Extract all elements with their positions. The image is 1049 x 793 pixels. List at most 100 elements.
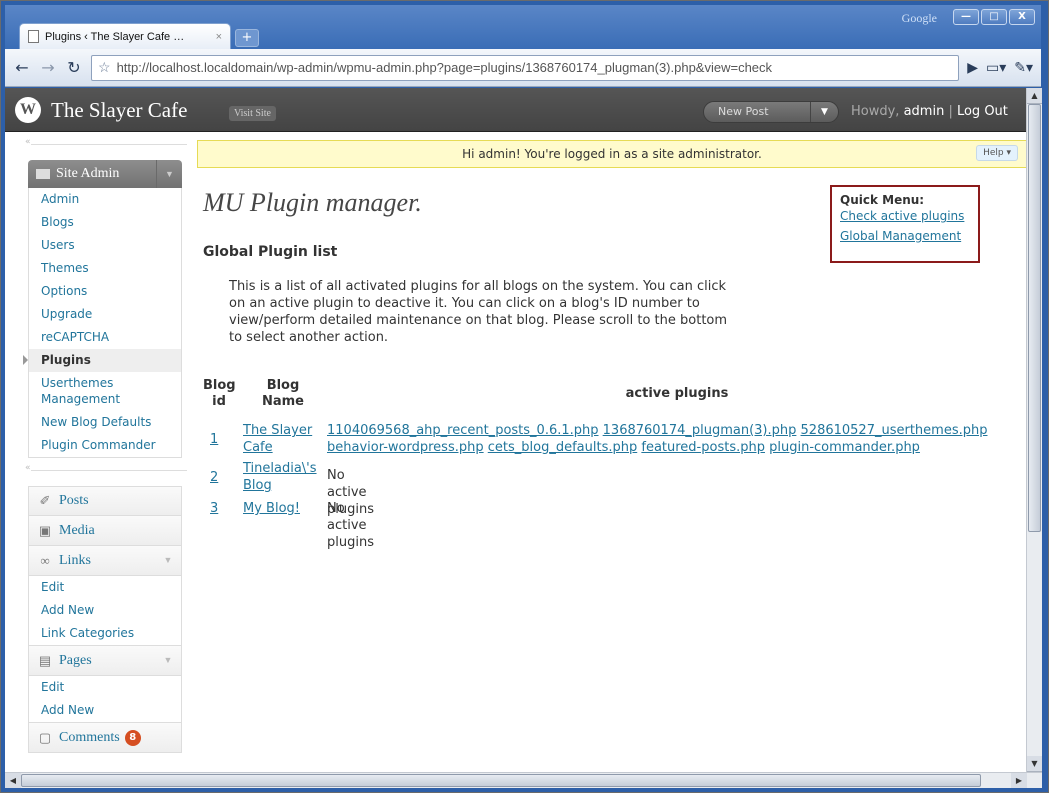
page-title: MU Plugin manager. <box>203 188 422 217</box>
blog-name-link[interactable]: My Blog! <box>243 501 300 516</box>
bookmark-star-icon[interactable]: ☆ <box>98 59 111 76</box>
blog-name-link[interactable]: Tineladia\'s Blog <box>243 461 317 493</box>
sidebar-item-plugins[interactable]: Plugins <box>23 349 181 372</box>
tab-close-icon[interactable]: × <box>216 31 222 43</box>
google-brand: Google <box>901 11 937 25</box>
chevron-down-icon[interactable]: ▼ <box>155 546 181 575</box>
blog-id-link[interactable]: 1 <box>210 432 218 447</box>
sidebar-item-blogs[interactable]: Blogs <box>29 211 181 234</box>
reload-icon[interactable]: ↻ <box>65 58 83 77</box>
plugin-link[interactable]: cets_blog_defaults.php <box>488 440 637 455</box>
plugin-link[interactable]: 1104069568_ahp_recent_posts_0.6.1.php <box>327 423 599 438</box>
help-button[interactable]: Help ▾ <box>976 145 1018 161</box>
visit-site-button[interactable]: Visit Site <box>229 106 276 121</box>
play-icon[interactable]: ▶ <box>967 60 978 76</box>
vertical-scroll-thumb[interactable] <box>1028 104 1041 532</box>
scroll-right-icon[interactable]: ▶ <box>1011 773 1027 788</box>
table-row: 2 <box>210 469 218 486</box>
sidebar-item-options[interactable]: Options <box>29 280 181 303</box>
menu-links-label: Links <box>59 552 91 568</box>
links-submenu: Edit Add New Link Categories <box>28 576 182 646</box>
blog-id-link[interactable]: 3 <box>210 501 218 516</box>
blog-name-link[interactable]: The Slayer Cafe <box>243 423 312 455</box>
logout-link[interactable]: Log Out <box>957 104 1008 119</box>
horizontal-scrollbar[interactable]: ◀ ▶ <box>5 772 1042 788</box>
window-controls: — □ X <box>953 9 1035 25</box>
new-post-button[interactable]: New Post ▼ <box>703 101 839 123</box>
browser-window: Plugins ‹ The Slayer Cafe … × + Google —… <box>0 0 1049 793</box>
menu-pages[interactable]: ▤ Pages ▼ <box>28 646 182 676</box>
scroll-down-icon[interactable]: ▼ <box>1027 756 1042 772</box>
check-active-plugins-link[interactable]: Check active plugins <box>840 209 970 223</box>
sidebar-item-userthemes[interactable]: Userthemes Management <box>29 372 181 411</box>
blog-name-cell: Tineladia\'s Blog <box>243 460 323 494</box>
address-bar[interactable]: ☆ http://localhost.localdomain/wp-admin/… <box>91 54 960 81</box>
sidebar-item-admin[interactable]: Admin <box>29 188 181 211</box>
blog-name-cell: The Slayer Cafe <box>243 422 323 456</box>
blog-name-cell: My Blog! <box>243 500 323 517</box>
plugin-link[interactable]: 1368760174_plugman(3).php <box>603 423 797 438</box>
header-separator: | <box>944 104 957 119</box>
sidebar-item-upgrade[interactable]: Upgrade <box>29 303 181 326</box>
page-menu-icon[interactable]: ▭▾ <box>986 60 1006 76</box>
global-management-link[interactable]: Global Management <box>840 229 970 243</box>
vertical-scrollbar[interactable]: ▲ ▼ <box>1026 88 1042 772</box>
site-name: The Slayer Cafe <box>51 98 188 122</box>
scroll-up-icon[interactable]: ▲ <box>1027 88 1042 104</box>
howdy-label: Howdy, <box>851 104 904 119</box>
pushpin-icon: ✐ <box>39 493 51 508</box>
description: This is a list of all activated plugins … <box>229 279 728 345</box>
sidebar-item-plugin-commander[interactable]: Plugin Commander <box>29 434 181 457</box>
minimize-icon[interactable]: — <box>953 9 979 25</box>
sidebar-item-pages-edit[interactable]: Edit <box>29 676 181 699</box>
plugin-link[interactable]: plugin-commander.php <box>769 440 920 455</box>
user-link[interactable]: admin <box>904 104 945 119</box>
plugins-cell: 1104069568_ahp_recent_posts_0.6.1.php 13… <box>327 422 1026 456</box>
header-active-plugins: active plugins <box>625 386 729 401</box>
table-row: 1 <box>210 431 218 448</box>
collapse-separator[interactable] <box>25 463 187 486</box>
wp-header: W The Slayer Cafe Visit Site New Post ▼ … <box>5 88 1026 132</box>
menu-posts[interactable]: ✐ Posts <box>28 486 182 516</box>
scroll-left-icon[interactable]: ◀ <box>5 773 21 788</box>
site-admin-menu-header[interactable]: Site Admin ▼ <box>28 160 182 188</box>
header-blog-id: Blog id <box>203 378 236 409</box>
menu-comments[interactable]: ▢ Comments 8 <box>28 723 182 753</box>
maximize-icon[interactable]: □ <box>981 9 1007 25</box>
close-window-icon[interactable]: X <box>1009 9 1035 25</box>
no-plugins-text: No active plugins <box>327 501 374 550</box>
sidebar-item-links-edit[interactable]: Edit <box>29 576 181 599</box>
plugin-link[interactable]: 528610527_userthemes.php <box>801 423 988 438</box>
collapse-separator[interactable] <box>25 137 187 160</box>
sidebar-item-users[interactable]: Users <box>29 234 181 257</box>
title-bar: Plugins ‹ The Slayer Cafe … × + Google —… <box>5 5 1041 49</box>
browser-tab[interactable]: Plugins ‹ The Slayer Cafe … × <box>19 23 231 49</box>
chevron-down-icon[interactable]: ▼ <box>810 102 838 122</box>
chevron-down-icon[interactable]: ▼ <box>155 646 181 675</box>
plugin-link[interactable]: behavior-wordpress.php <box>327 440 484 455</box>
sidebar-item-recaptcha[interactable]: reCAPTCHA <box>29 326 181 349</box>
sidebar-item-new-blog-defaults[interactable]: New Blog Defaults <box>29 411 181 434</box>
pages-icon: ▤ <box>38 652 52 668</box>
menu-media[interactable]: ▣ Media <box>28 516 182 546</box>
sidebar-item-themes[interactable]: Themes <box>29 257 181 280</box>
site-admin-title: Site Admin <box>56 166 120 181</box>
wrench-icon[interactable]: ✎▾ <box>1014 60 1033 76</box>
horizontal-scroll-thumb[interactable] <box>21 774 981 787</box>
media-icon: ▣ <box>38 522 52 538</box>
pages-submenu: Edit Add New <box>28 676 182 723</box>
quick-menu: Quick Menu: Check active plugins Global … <box>830 185 980 263</box>
browser-toolbar: ← → ↻ ☆ http://localhost.localdomain/wp-… <box>5 49 1041 87</box>
forward-icon[interactable]: → <box>39 58 57 77</box>
sidebar-item-pages-add-new[interactable]: Add New <box>29 699 181 722</box>
page-viewport: W The Slayer Cafe Visit Site New Post ▼ … <box>5 88 1026 772</box>
menu-links[interactable]: ∞ Links ▼ <box>28 546 182 576</box>
new-tab-button[interactable]: + <box>235 29 259 47</box>
blog-id-link[interactable]: 2 <box>210 470 218 485</box>
sidebar-item-link-categories[interactable]: Link Categories <box>29 622 181 645</box>
back-icon[interactable]: ← <box>13 58 31 77</box>
sidebar-item-links-add-new[interactable]: Add New <box>29 599 181 622</box>
admin-notice: Hi admin! You're logged in as a site adm… <box>197 140 1026 168</box>
plugin-link[interactable]: featured-posts.php <box>641 440 765 455</box>
chevron-down-icon[interactable]: ▼ <box>156 160 182 188</box>
